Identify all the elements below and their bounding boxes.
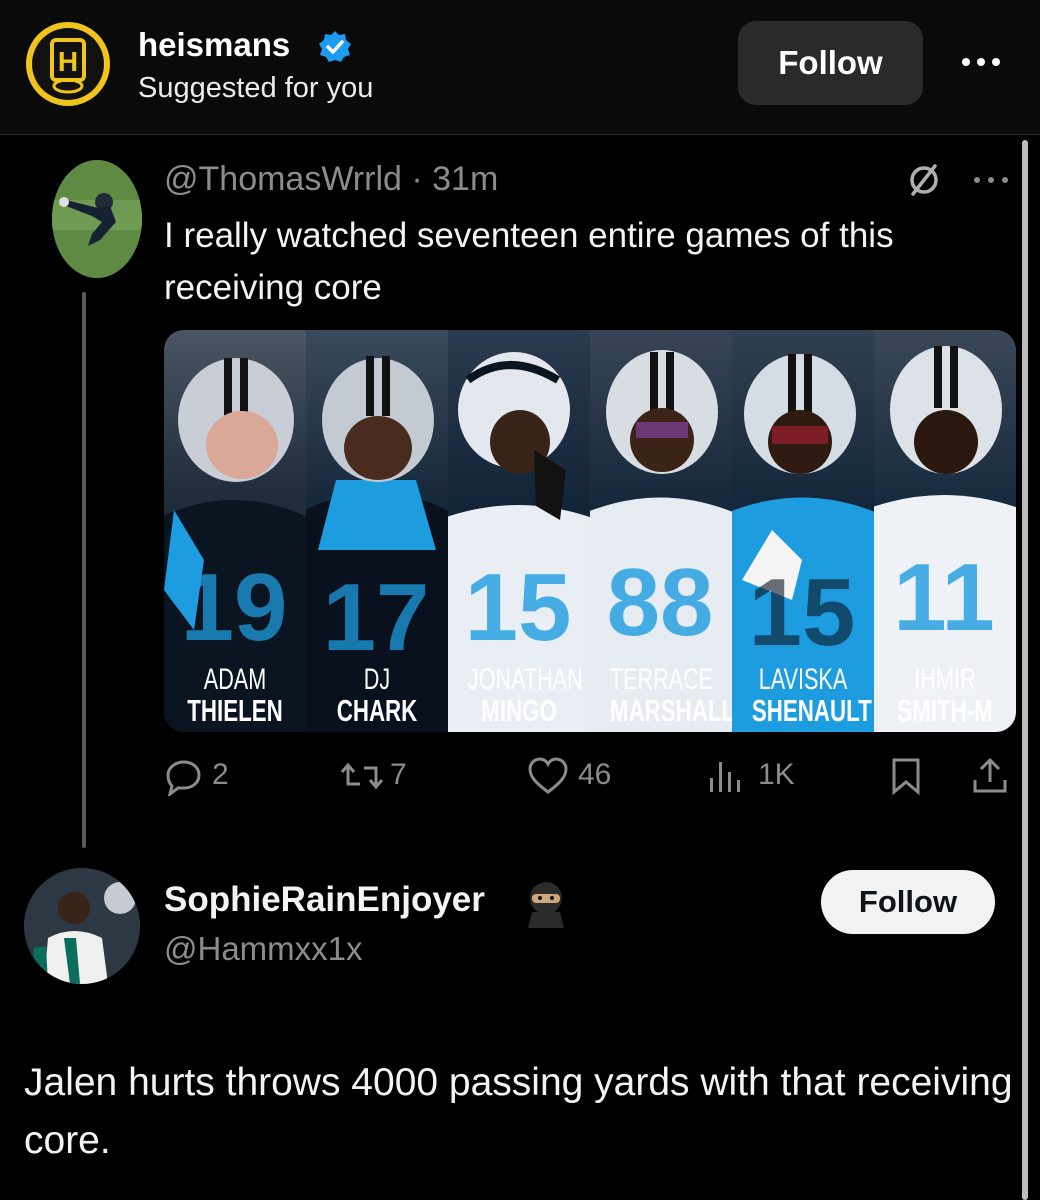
jersey-number: 88 xyxy=(607,549,714,656)
player-name: DJ CHARK xyxy=(326,664,428,726)
scrollbar[interactable] xyxy=(1022,140,1028,1200)
player-name: IHMIR SMITH-M xyxy=(894,664,996,726)
player-name: LAVISKA SHENAULT xyxy=(751,663,872,728)
player-last-name: SHENAULT xyxy=(751,693,872,728)
suggested-label: Suggested for you xyxy=(138,72,374,104)
tweet-author-avatar[interactable] xyxy=(52,160,142,278)
player-first-name: JONATHAN xyxy=(467,663,583,696)
tweet-handle-time[interactable]: @ThomasWrrld · 31m xyxy=(164,160,498,199)
reply-count: 2 xyxy=(212,758,229,791)
avatar-photo-fan xyxy=(24,868,140,984)
more-options-icon[interactable] xyxy=(956,42,1006,82)
follow-button[interactable]: Follow xyxy=(738,21,923,105)
verified-badge-icon xyxy=(319,31,351,62)
player-last-name: MINGO xyxy=(481,693,557,728)
retweet-count: 7 xyxy=(390,758,407,791)
heismans-logo[interactable]: H xyxy=(26,22,110,106)
logo-letter: H xyxy=(58,46,78,77)
like-action[interactable]: 46 xyxy=(526,752,626,802)
player-name: JONATHAN MINGO xyxy=(467,663,583,728)
player-panel: 17 DJ CHARK xyxy=(306,330,448,732)
logo-inner: H xyxy=(32,28,104,100)
jersey-number: 15 xyxy=(749,559,856,666)
jersey-number: 15 xyxy=(465,554,572,661)
reply-icon xyxy=(166,760,201,796)
jersey-number: 19 xyxy=(181,554,288,661)
post-header: H heismans Suggested for you Follow xyxy=(0,0,1040,135)
reply-author-name[interactable]: SophieRainEnjoyer xyxy=(164,880,485,920)
follow-reply-author-button[interactable]: Follow xyxy=(821,870,995,934)
tweet-more-icon[interactable] xyxy=(970,168,1012,192)
player-panel: 88 TERRACE MARSHALL xyxy=(590,330,732,732)
reply-text: Jalen hurts throws 4000 passing yards wi… xyxy=(24,1061,1013,1162)
views-bar-chart-icon xyxy=(710,762,740,792)
jersey-number: 11 xyxy=(893,544,994,651)
share-icon[interactable] xyxy=(970,756,1010,796)
jersey-number: 17 xyxy=(323,564,430,671)
player-last-name: CHARK xyxy=(336,693,418,728)
player-name: TERRACE MARSHALL xyxy=(609,663,732,728)
tweet-action-bar: 2 7 46 1K xyxy=(164,752,1014,802)
like-count: 46 xyxy=(578,758,612,791)
heart-icon xyxy=(528,757,568,794)
reply-author-avatar[interactable] xyxy=(24,868,140,984)
tweet-image[interactable]: 19 ADAM THIELEN 17 DJ CHARK 15 JONATHAN … xyxy=(164,330,1016,732)
player-last-name: THIELEN xyxy=(187,693,283,728)
views-action[interactable]: 1K xyxy=(706,752,806,802)
bookmark-icon[interactable] xyxy=(888,756,924,796)
logo-mark: H xyxy=(50,38,86,94)
player-panel: 11 IHMIR SMITH-M xyxy=(874,330,1016,732)
player-first-name: DJ xyxy=(363,663,391,696)
player-panel: 15 LAVISKA SHENAULT xyxy=(732,330,874,732)
reply-author-handle[interactable]: @Hammxx1x xyxy=(164,930,363,968)
tweet-text: I really watched seventeen entire games … xyxy=(164,216,894,307)
player-panel: 19 ADAM THIELEN xyxy=(164,330,306,732)
views-count: 1K xyxy=(758,758,795,791)
thread-connector-line xyxy=(82,292,86,848)
player-last-name: MARSHALL xyxy=(609,693,732,728)
reply-action[interactable]: 2 xyxy=(164,752,254,802)
player-panel: 15 JONATHAN MINGO xyxy=(448,330,590,732)
account-name[interactable]: heismans xyxy=(138,26,290,64)
retweet-action[interactable]: 7 xyxy=(340,752,430,802)
player-name: ADAM THIELEN xyxy=(184,664,286,726)
player-last-name: SMITH-M xyxy=(897,693,993,728)
player-first-name: ADAM xyxy=(203,663,267,696)
prohibited-icon xyxy=(910,164,938,196)
player-first-name: TERRACE xyxy=(609,663,714,696)
retweet-icon xyxy=(340,762,384,790)
avatar-photo-football xyxy=(52,160,142,278)
player-first-name: LAVISKA xyxy=(758,663,848,696)
ninja-emoji-icon xyxy=(528,882,564,928)
player-first-name: IHMIR xyxy=(914,663,976,696)
